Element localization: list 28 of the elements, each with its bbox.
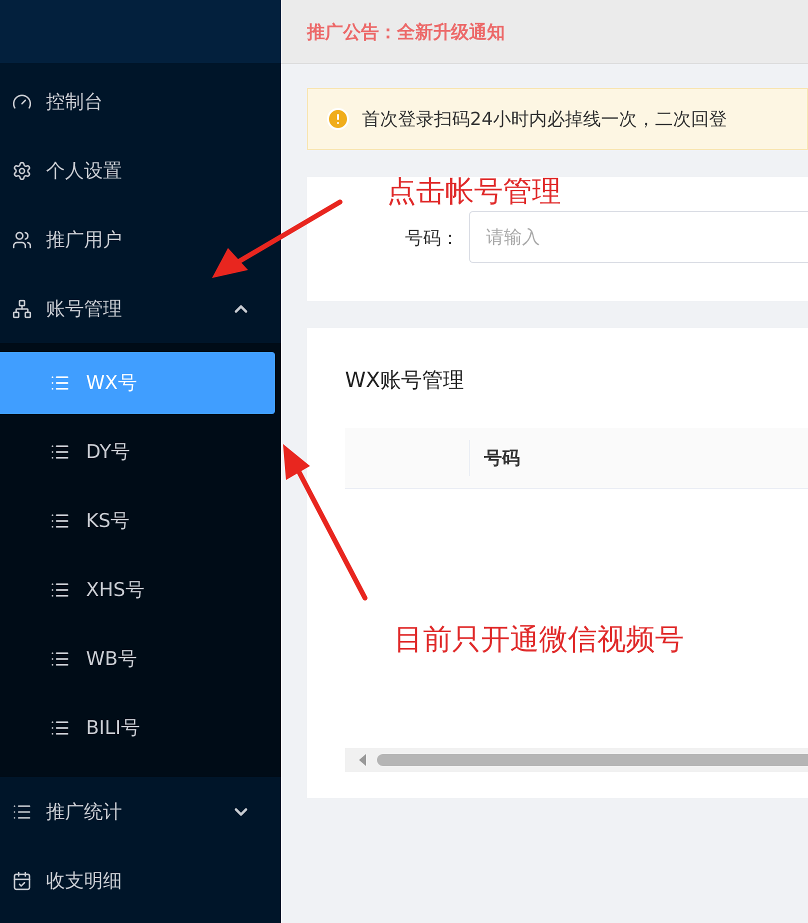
users-icon bbox=[12, 230, 32, 250]
menu-group[interactable]: 账号管理 bbox=[0, 274, 281, 343]
menu-item[interactable]: 控制台 bbox=[0, 67, 281, 136]
calendar-icon bbox=[12, 870, 32, 890]
menu-item[interactable]: 推广用户 bbox=[0, 205, 281, 274]
column-header: 号码 bbox=[483, 447, 520, 470]
submenu-item[interactable]: DY号 bbox=[0, 421, 275, 483]
annotation-text: 点击帐号管理 bbox=[387, 173, 561, 210]
menu-group[interactable]: 推广统计 bbox=[0, 777, 281, 846]
annotation-text: 目前只开通微信视频号 bbox=[394, 621, 684, 658]
submenu-item[interactable]: WB号 bbox=[0, 628, 275, 690]
settings-icon bbox=[12, 160, 32, 180]
scrollbar-thumb[interactable] bbox=[377, 754, 808, 766]
field-label: 号码： bbox=[405, 227, 459, 251]
submenu-item[interactable]: KS号 bbox=[0, 490, 275, 552]
table-title: WX账号管理 bbox=[345, 367, 466, 394]
notice-text: 推广公告：全新升级通知 bbox=[307, 20, 505, 44]
horizontal-scrollbar[interactable] bbox=[345, 748, 808, 772]
warning-icon bbox=[326, 107, 350, 131]
menu-item[interactable]: 个人设置 bbox=[0, 136, 281, 205]
input-field[interactable]: 请输入 bbox=[469, 211, 808, 263]
submenu-item[interactable]: BILI号 bbox=[0, 697, 275, 759]
scroll-left-icon[interactable] bbox=[359, 754, 367, 766]
menu-item[interactable]: 收支明细 bbox=[0, 846, 281, 915]
gauge-icon bbox=[12, 92, 32, 112]
alert-text: 首次登录扫码24小时内必掉线一次，二次回登 bbox=[362, 108, 727, 131]
network-icon bbox=[12, 298, 32, 318]
submenu-item[interactable]: XHS号 bbox=[0, 559, 275, 621]
